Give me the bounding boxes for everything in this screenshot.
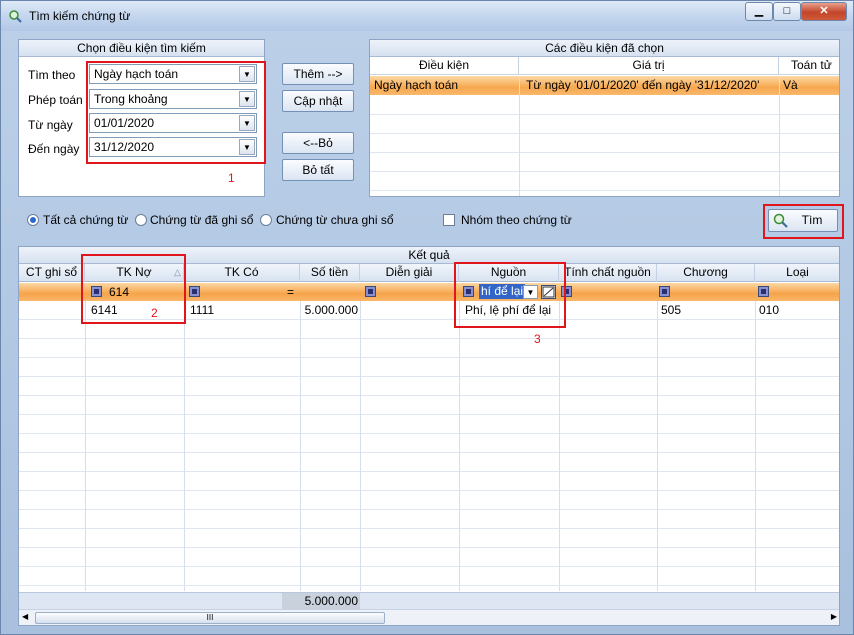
label-to-date: Đến ngày [28, 142, 80, 156]
posted-vouchers-radio[interactable] [135, 214, 147, 226]
col-type[interactable]: Loại [755, 264, 839, 282]
search-voucher-window: Tìm kiếm chứng từ ▁ □ ✕ Chọn điều kiện t… [0, 0, 854, 635]
divider [657, 301, 658, 591]
divider [459, 301, 460, 591]
filter-op-icon[interactable] [365, 286, 376, 297]
filter-op-icon[interactable] [659, 286, 670, 297]
divider [85, 301, 86, 591]
minimize-button[interactable]: ▁ [745, 2, 773, 21]
filter-amount-operator[interactable]: = [287, 285, 294, 299]
horizontal-scrollbar[interactable]: ◀ III ▶ [19, 609, 839, 625]
annotation-number-2: 2 [151, 306, 158, 320]
scroll-thumb[interactable]: III [35, 612, 385, 624]
col-ct-ghi-so[interactable]: CT ghi sổ [19, 264, 85, 282]
divider [184, 301, 185, 591]
col-amount[interactable]: Số tiền [300, 264, 360, 282]
scroll-left-icon[interactable]: ◀ [22, 612, 28, 621]
row-amount: 5.000.000 [304, 303, 358, 317]
selected-empty-rows [370, 96, 839, 196]
maximize-button[interactable]: □ [773, 2, 801, 21]
annotation-number-3: 3 [534, 332, 541, 346]
col-source-type[interactable]: Tính chất nguồn [559, 264, 657, 282]
col-chapter[interactable]: Chương [657, 264, 755, 282]
col-value[interactable]: Giá trị [519, 57, 779, 75]
update-condition-button[interactable]: Cập nhật [282, 90, 354, 112]
col-description[interactable]: Diễn giải [360, 264, 459, 282]
col-operator[interactable]: Toán tử [779, 57, 839, 75]
remove-all-button[interactable]: Bỏ tất [282, 159, 354, 181]
results-empty-rows [19, 320, 839, 592]
all-vouchers-label: Tất cả chứng từ [43, 213, 129, 227]
summary-row: 5.000.000 [19, 592, 839, 609]
table-row[interactable]: Ngày hạch toán Từ ngày '01/01/2020' đến … [370, 76, 839, 95]
label-search-by: Tìm theo [28, 68, 76, 82]
row-tk-co: 1111 [190, 303, 215, 317]
unposted-vouchers-radio[interactable] [260, 214, 272, 226]
divider [300, 301, 301, 591]
row-type: 010 [759, 303, 780, 317]
close-button[interactable]: ✕ [801, 2, 847, 21]
annotation-number-1: 1 [228, 171, 235, 185]
unposted-vouchers-label: Chứng từ chưa ghi sổ [276, 213, 394, 227]
filter-op-icon[interactable] [758, 286, 769, 297]
label-operator: Phép toán [28, 93, 83, 107]
selected-operator-cell: Và [783, 78, 798, 92]
scroll-right-icon[interactable]: ▶ [831, 612, 837, 621]
annotation-box-1 [86, 61, 266, 164]
divider [755, 301, 756, 591]
annotation-box-search [763, 204, 844, 239]
divider [779, 76, 780, 196]
divider [360, 301, 361, 591]
group-by-voucher-label: Nhóm theo chứng từ [461, 213, 572, 227]
divider [519, 76, 520, 196]
title-bar: Tìm kiếm chứng từ ▁ □ ✕ [1, 1, 853, 31]
selected-header: Các điều kiện đã chọn [370, 40, 839, 57]
window-title: Tìm kiếm chứng từ [29, 9, 131, 23]
annotation-box-2 [81, 254, 186, 324]
divider [559, 301, 560, 591]
selected-condition-cell: Ngày hạch toán [374, 78, 459, 92]
col-condition[interactable]: Điều kiện [370, 57, 519, 75]
annotation-box-3 [454, 262, 566, 328]
label-from-date: Từ ngày [28, 118, 73, 132]
selected-column-header: Điều kiện Giá trị Toán tử [370, 57, 839, 75]
all-vouchers-radio[interactable] [27, 214, 39, 226]
posted-vouchers-label: Chứng từ đã ghi sổ [150, 213, 254, 227]
row-chapter: 505 [661, 303, 682, 317]
selected-conditions-panel: Các điều kiện đã chọn Điều kiện Giá trị … [369, 39, 840, 197]
search-doc-icon [9, 10, 22, 23]
filter-op-icon[interactable] [189, 286, 200, 297]
group-by-voucher-checkbox[interactable] [443, 214, 455, 226]
total-amount: 5.000.000 [282, 593, 360, 609]
col-tk-co[interactable]: TK Có [184, 264, 300, 282]
criteria-header: Chọn điều kiện tìm kiếm [19, 40, 264, 57]
remove-condition-button[interactable]: <--Bỏ [282, 132, 354, 154]
selected-value-cell: Từ ngày '01/01/2020' đến ngày '31/12/202… [526, 78, 760, 92]
add-condition-button[interactable]: Thêm --> [282, 63, 354, 85]
